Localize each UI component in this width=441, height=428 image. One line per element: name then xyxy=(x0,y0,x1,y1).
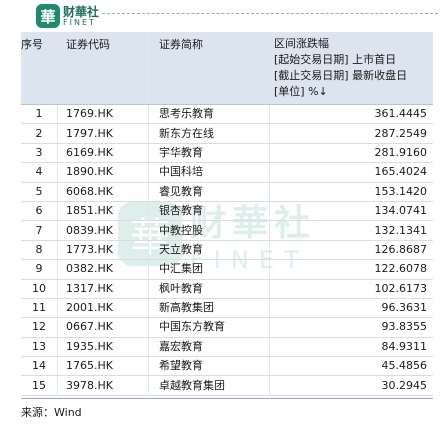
source-note: 来源：Wind xyxy=(21,406,82,419)
row-change: 84.9311 xyxy=(269,337,433,358)
table-bottom-rule xyxy=(21,398,433,399)
row-name: 中国科培 xyxy=(148,162,270,183)
table-row: 14 1765.HK 希望教育 45.4856 xyxy=(21,356,433,377)
row-index: 2 xyxy=(21,123,58,144)
row-name: 银杏教育 xyxy=(148,201,270,222)
row-name: 中教控股 xyxy=(148,220,270,241)
row-change: 132.1341 xyxy=(269,220,433,241)
table-row: 2 1797.HK 新东方在线 287.2549 xyxy=(21,123,433,144)
header-change-title: 区间涨跌幅 xyxy=(274,37,329,50)
row-name: 宇华教育 xyxy=(148,143,270,164)
header-change-start: [起始交易日期] 上市首日 xyxy=(274,53,397,66)
row-index: 12 xyxy=(21,317,58,338)
row-change: 93.8355 xyxy=(269,317,433,338)
row-change: 96.3631 xyxy=(269,298,433,319)
row-code: 1797.HK xyxy=(57,123,149,144)
row-code: 6169.HK xyxy=(57,143,149,164)
row-index: 10 xyxy=(21,279,58,299)
row-change: 122.6078 xyxy=(269,259,433,280)
row-code: 1773.HK xyxy=(57,240,149,261)
header-index: 序号 xyxy=(21,32,58,105)
row-name: 中汇集团 xyxy=(148,259,270,280)
row-code: 1935.HK xyxy=(57,337,149,358)
row-code: 0667.HK xyxy=(57,317,149,338)
header-change-end: [截止交易日期] 最新收盘日 xyxy=(274,69,408,82)
row-change: 287.2549 xyxy=(269,123,433,144)
table-row: 4 1890.HK 中国科培 165.4024 xyxy=(21,162,433,183)
row-change: 361.4445 xyxy=(269,104,433,125)
row-name: 卓越教育集团 xyxy=(148,375,270,396)
row-code: 0382.HK xyxy=(57,259,149,280)
brand-header: 華 财華社 FINET xyxy=(36,2,99,30)
brand-name: 财華社 FINET xyxy=(63,6,99,27)
table-row: 13 1935.HK 嘉宏教育 84.9311 xyxy=(21,337,433,358)
row-change: 134.0741 xyxy=(269,201,433,222)
header-code: 证券代码 xyxy=(57,32,149,105)
row-index: 9 xyxy=(21,259,58,280)
header-divider xyxy=(102,13,438,14)
table-row: 8 1773.HK 天立教育 126.8687 xyxy=(21,240,433,261)
table-row: 15 3978.HK 卓越教育集团 30.2945 xyxy=(21,375,433,396)
row-index: 7 xyxy=(21,220,58,241)
row-name: 枫叶教育 xyxy=(148,279,270,299)
row-name: 希望教育 xyxy=(148,356,270,377)
row-index: 11 xyxy=(21,298,58,319)
row-code: 3978.HK xyxy=(57,375,149,396)
ipo-performance-table: 序号 证券代码 证券简称 区间涨跌幅 [起始交易日期] 上市首日 [截止交易日期… xyxy=(21,32,433,396)
finet-logo-icon: 華 xyxy=(36,4,60,28)
row-change: 153.1420 xyxy=(269,182,433,202)
row-change: 281.9160 xyxy=(269,143,433,164)
header-change: 区间涨跌幅 [起始交易日期] 上市首日 [截止交易日期] 最新收盘日 [单位] … xyxy=(269,32,433,105)
table-row: 3 6169.HK 宇华教育 281.9160 xyxy=(21,143,433,164)
row-change: 45.4856 xyxy=(269,356,433,377)
row-name: 天立教育 xyxy=(148,240,270,261)
row-code: 6068.HK xyxy=(57,182,149,202)
row-index: 6 xyxy=(21,201,58,222)
row-name: 新东方在线 xyxy=(148,123,270,144)
brand-name-cn: 财華社 xyxy=(63,4,100,19)
table-row: 7 0839.HK 中教控股 132.1341 xyxy=(21,220,433,241)
row-index: 5 xyxy=(21,182,58,202)
row-code: 0839.HK xyxy=(57,220,149,241)
row-name: 新高教集团 xyxy=(148,298,270,319)
row-index: 3 xyxy=(21,143,58,164)
row-code: 1317.HK xyxy=(57,279,149,299)
row-change: 102.6173 xyxy=(269,279,433,299)
table-row: 11 2001.HK 新高教集团 96.3631 xyxy=(21,298,433,319)
row-name: 嘉宏教育 xyxy=(148,337,270,358)
table-row: 12 0667.HK 中国东方教育 93.8355 xyxy=(21,317,433,338)
row-index: 4 xyxy=(21,162,58,183)
header-change-unit: [单位] %↓ xyxy=(274,85,328,98)
table-row: 6 1851.HK 银杏教育 134.0741 xyxy=(21,201,433,222)
brand-name-en: FINET xyxy=(63,17,96,27)
row-name: 中国东方教育 xyxy=(148,317,270,338)
row-name: 睿见教育 xyxy=(148,182,270,202)
row-code: 1890.HK xyxy=(57,162,149,183)
header-name: 证券简称 xyxy=(148,32,270,105)
row-name: 思考乐教育 xyxy=(148,104,270,125)
table-row: 5 6068.HK 睿见教育 153.1420 xyxy=(21,182,433,202)
row-change: 30.2945 xyxy=(269,375,433,396)
row-index: 1 xyxy=(21,104,58,125)
table-row: 1 1769.HK 思考乐教育 361.4445 xyxy=(21,104,433,125)
row-code: 1765.HK xyxy=(57,356,149,377)
row-index: 15 xyxy=(21,375,58,396)
row-code: 1769.HK xyxy=(57,104,149,125)
table-row: 9 0382.HK 中汇集团 122.6078 xyxy=(21,259,433,280)
table-row: 10 1317.HK 枫叶教育 102.6173 xyxy=(21,279,433,299)
row-change: 126.8687 xyxy=(269,240,433,261)
row-code: 1851.HK xyxy=(57,201,149,222)
row-code: 2001.HK xyxy=(57,298,149,319)
row-change: 165.4024 xyxy=(269,162,433,183)
row-index: 8 xyxy=(21,240,58,261)
row-index: 13 xyxy=(21,337,58,358)
row-index: 14 xyxy=(21,356,58,377)
table-header-row: 序号 证券代码 证券简称 区间涨跌幅 [起始交易日期] 上市首日 [截止交易日期… xyxy=(21,32,433,105)
